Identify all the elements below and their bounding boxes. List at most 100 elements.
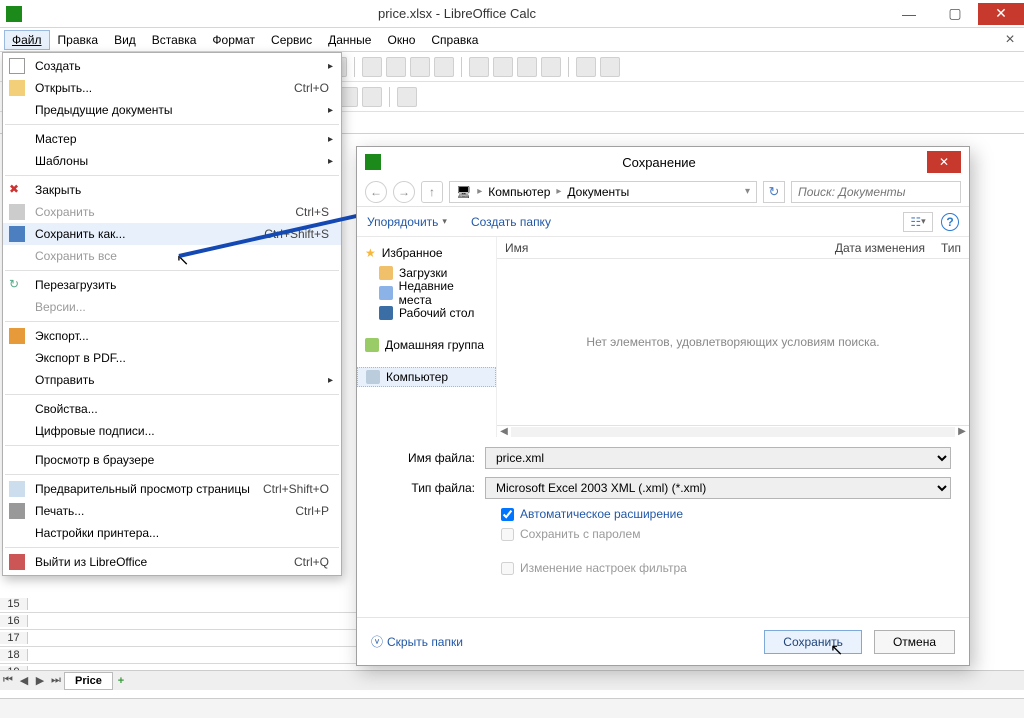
row-header[interactable]: 17 [0,632,28,644]
desktop-icon [379,306,393,320]
document-close-icon[interactable]: × [1000,31,1020,49]
grid-icon[interactable] [397,87,417,107]
menu-item-reload[interactable]: ↻Перезагрузить [3,274,341,296]
dialog-app-icon [365,154,381,170]
close-button[interactable]: ✕ [978,3,1024,25]
row-header[interactable]: 15 [0,598,28,610]
filter-settings-checkbox[interactable]: Изменение настроек фильтра [501,561,951,575]
menu-format[interactable]: Формат [204,30,263,50]
window-title: price.xlsx - LibreOffice Calc [28,6,886,21]
col-name[interactable]: Имя [497,241,827,255]
menu-item-printer-settings[interactable]: Настройки принтера... [3,522,341,544]
menu-insert[interactable]: Вставка [144,30,205,50]
nav-back-button[interactable]: ← [365,181,387,203]
filter-icon[interactable] [434,57,454,77]
menu-item-templates[interactable]: Шаблоны▸ [3,150,341,172]
organize-button[interactable]: Упорядочить▾ [367,215,447,229]
zoom-icon[interactable] [576,57,596,77]
menu-tools[interactable]: Сервис [263,30,320,50]
menu-item-recent[interactable]: Предыдущие документы▸ [3,99,341,121]
menu-edit[interactable]: Правка [50,30,107,50]
search-input[interactable] [791,181,961,203]
refresh-button[interactable]: ↻ [763,181,785,203]
new-folder-button[interactable]: Создать папку [471,215,551,229]
menu-item-print[interactable]: Печать...Ctrl+P [3,500,341,522]
breadcrumb[interactable]: 🖥 ▸ Компьютер ▸ Документы ▾ [449,181,757,203]
statusbar [0,698,1024,718]
horizontal-scrollbar[interactable]: ◀▶ [497,425,969,437]
data-sources-icon[interactable] [541,57,561,77]
menu-item-wizard[interactable]: Мастер▸ [3,128,341,150]
help-icon[interactable] [600,57,620,77]
menu-item-create[interactable]: Создать▸ [3,55,341,77]
menu-item-page-preview[interactable]: Предварительный просмотр страницыCtrl+Sh… [3,478,341,500]
folder-icon [379,266,393,280]
dialog-close-button[interactable]: ✕ [927,151,961,173]
menu-view[interactable]: Вид [106,30,144,50]
tree-recent[interactable]: Недавние места [357,283,496,303]
gallery-icon[interactable] [517,57,537,77]
find-icon[interactable] [469,57,489,77]
menu-item-browser-preview[interactable]: Просмотр в браузере [3,449,341,471]
row-header[interactable]: 18 [0,649,28,661]
menu-item-send[interactable]: Отправить▸ [3,369,341,391]
sheet-tab-price[interactable]: Price [64,672,113,690]
tab-prev-icon[interactable]: ◀ [16,674,32,687]
col-type[interactable]: Тип [933,241,969,255]
window-titlebar: price.xlsx - LibreOffice Calc — ▢ ✕ [0,0,1024,28]
menu-data[interactable]: Данные [320,30,379,50]
tree-favorites[interactable]: ★Избранное [357,243,496,263]
tab-last-icon[interactable]: ⏭ [48,674,64,687]
menu-item-export[interactable]: Экспорт... [3,325,341,347]
row-header[interactable]: 16 [0,615,28,627]
chart-icon[interactable] [410,57,430,77]
tab-first-icon[interactable]: ⏮ [0,674,16,687]
menu-item-signatures[interactable]: Цифровые подписи... [3,420,341,442]
tree-computer[interactable]: Компьютер [357,367,496,387]
tab-next-icon[interactable]: ▶ [32,674,48,687]
menu-item-properties[interactable]: Свойства... [3,398,341,420]
menu-file[interactable]: Файл [4,30,50,50]
font-color-icon[interactable] [362,87,382,107]
col-date[interactable]: Дата изменения [827,241,933,255]
menu-item-close[interactable]: ✖Закрыть [3,179,341,201]
star-icon: ★ [365,246,376,260]
app-icon [6,6,22,22]
crumb-documents[interactable]: Документы [567,185,629,199]
view-mode-button[interactable]: ☷ ▾ [903,212,933,232]
auto-extension-checkbox[interactable]: Автоматическое расширение [501,507,951,521]
cancel-button[interactable]: Отмена [874,630,955,654]
menu-item-open[interactable]: Открыть...Ctrl+O [3,77,341,99]
help-icon[interactable]: ? [941,213,959,231]
add-sheet-icon[interactable]: + [113,675,129,687]
file-menu-dropdown: Создать▸ Открыть...Ctrl+O Предыдущие док… [2,52,342,576]
sheet-tabs: ⏮ ◀ ▶ ⏭ Price + [0,670,1024,690]
minimize-button[interactable]: — [886,3,932,25]
menu-item-versions[interactable]: Версии... [3,296,341,318]
menu-item-save[interactable]: СохранитьCtrl+S [3,201,341,223]
nav-forward-button[interactable]: → [393,181,415,203]
filetype-select[interactable]: Microsoft Excel 2003 XML (.xml) (*.xml) [485,477,951,499]
save-button[interactable]: Сохранить [764,630,862,654]
save-password-checkbox[interactable]: Сохранить с паролем [501,527,951,541]
sort-desc-icon[interactable] [386,57,406,77]
hide-folders-button[interactable]: ⓥСкрыть папки [371,633,463,650]
sort-asc-icon[interactable] [362,57,382,77]
filename-input[interactable]: price.xml [485,447,951,469]
menu-item-save-all[interactable]: Сохранить все [3,245,341,267]
crumb-computer[interactable]: Компьютер [488,185,550,199]
maximize-button[interactable]: ▢ [932,3,978,25]
menu-item-save-as[interactable]: Сохранить как...Ctrl+Shift+S [3,223,341,245]
filename-label: Имя файла: [375,451,485,465]
navigator-icon[interactable] [493,57,513,77]
dialog-titlebar: Сохранение ✕ [357,147,969,177]
menu-item-export-pdf[interactable]: Экспорт в PDF... [3,347,341,369]
homegroup-icon [365,338,379,352]
nav-up-button[interactable]: ↑ [421,181,443,203]
menu-help[interactable]: Справка [423,30,486,50]
tree-homegroup[interactable]: Домашняя группа [357,335,496,355]
menu-window[interactable]: Окно [379,30,423,50]
file-list: Имя Дата изменения Тип Нет элементов, уд… [497,237,969,437]
menu-item-exit[interactable]: Выйти из LibreOfficeCtrl+Q [3,551,341,573]
spreadsheet-grid[interactable]: 15 16 17 18 19 [0,596,360,681]
